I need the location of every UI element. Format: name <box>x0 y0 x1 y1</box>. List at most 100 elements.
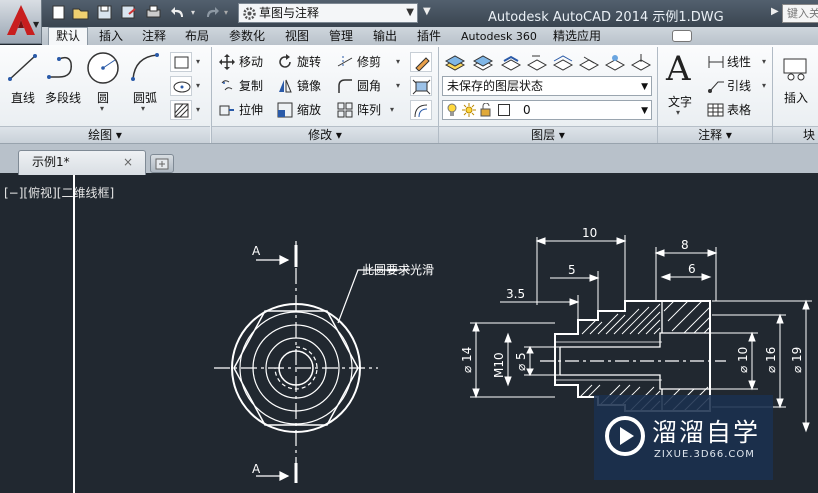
close-icon[interactable]: × <box>123 151 133 173</box>
table-tool[interactable]: 表格 <box>706 100 751 120</box>
tab-default[interactable]: 默认 <box>48 27 89 45</box>
layer-properties-icon[interactable] <box>444 53 466 71</box>
save-icon[interactable] <box>96 4 113 21</box>
layer-freeze-icon[interactable] <box>604 53 626 71</box>
explode-icon[interactable] <box>410 76 432 96</box>
redo-icon[interactable] <box>203 4 220 21</box>
array-dropdown-icon[interactable]: ▾ <box>390 105 394 114</box>
circle-dropdown-icon[interactable]: ▾ <box>100 104 104 113</box>
leader-tool[interactable]: 引线 <box>706 76 751 96</box>
undo-icon[interactable] <box>170 4 187 21</box>
text-dropdown-icon[interactable]: ▾ <box>676 108 680 117</box>
text-tool-button[interactable]: A 文字 <box>660 49 700 109</box>
lightbulb-icon <box>447 103 457 116</box>
move-tool[interactable]: 移动 <box>218 52 263 72</box>
file-tab-bar: 示例1* × <box>0 144 818 175</box>
file-tab-example1[interactable]: 示例1* × <box>18 150 146 175</box>
insert-block-button[interactable]: 插入 <box>776 49 816 109</box>
insert-block-icon <box>783 58 807 81</box>
tab-output[interactable]: 输出 <box>366 28 404 45</box>
redo-dropdown-icon[interactable]: ▾ <box>224 8 228 17</box>
annotation-panel-title[interactable]: 注释 ▾ <box>658 126 772 143</box>
new-drawing-tab-button[interactable] <box>150 154 174 173</box>
rectangle-dropdown-icon[interactable]: ▾ <box>196 57 200 66</box>
layer-state-dropdown[interactable]: 未保存的图层状态 ▼ <box>442 76 652 96</box>
current-layer-dropdown[interactable]: 0 ▼ <box>442 100 652 120</box>
search-expand-icon[interactable]: ▶ <box>771 6 779 17</box>
tab-layout[interactable]: 布局 <box>178 28 216 45</box>
leader-dropdown-icon[interactable]: ▾ <box>762 81 766 90</box>
ribbon-minimize-icon[interactable] <box>672 30 692 42</box>
application-menu-button[interactable]: ▼ <box>0 0 42 44</box>
hatch-icon[interactable] <box>170 100 192 120</box>
polyline-tool-label: 多段线 <box>44 91 81 105</box>
scale-tool[interactable]: 缩放 <box>276 100 321 120</box>
stretch-tool[interactable]: 拉伸 <box>218 100 263 120</box>
modify-panel-title[interactable]: 修改 ▾ <box>212 126 438 143</box>
linear-dropdown-icon[interactable]: ▾ <box>762 57 766 66</box>
workspace-label: 草图与注释 <box>259 6 320 20</box>
block-panel-title[interactable]: 块 <box>773 126 818 143</box>
ellipse-icon[interactable] <box>170 76 192 96</box>
layer-off-icon[interactable] <box>630 53 652 71</box>
open-folder-icon[interactable] <box>72 4 89 21</box>
circle-tool-button[interactable]: 圆 <box>84 49 122 107</box>
mirror-label: 镜像 <box>297 79 322 93</box>
rotate-tool[interactable]: 旋转 <box>276 52 321 72</box>
move-label: 移动 <box>239 55 264 69</box>
mirror-tool[interactable]: 镜像 <box>276 76 321 96</box>
tab-insert[interactable]: 插入 <box>92 28 130 45</box>
dim-5-horizontal: 5 <box>568 263 576 277</box>
fillet-tool[interactable]: 圆角 <box>336 76 381 96</box>
print-icon[interactable] <box>145 4 162 21</box>
tab-view[interactable]: 视图 <box>278 28 316 45</box>
arc-tool-button[interactable]: 圆弧 <box>124 49 166 107</box>
surface-note: 此圆要求光滑 <box>362 263 434 277</box>
dim-6-horizontal: 6 <box>688 262 696 276</box>
scale-label: 缩放 <box>297 103 322 117</box>
undo-dropdown-icon[interactable]: ▾ <box>191 8 195 17</box>
copy-tool[interactable]: 复制 <box>218 76 263 96</box>
tab-autodesk-360[interactable]: Autodesk 360 <box>454 28 544 45</box>
workspace-switch[interactable]: 草图与注释 ▼ <box>238 3 418 23</box>
polyline-icon <box>47 56 72 79</box>
tab-annotate[interactable]: 注释 <box>135 28 173 45</box>
scale-icon <box>277 102 293 118</box>
dim-thread-m10: M10 <box>492 352 506 378</box>
tab-manage[interactable]: 管理 <box>322 28 360 45</box>
tab-plugins[interactable]: 插件 <box>410 28 448 45</box>
layer-match-icon[interactable] <box>500 53 522 71</box>
dim-8-horizontal: 8 <box>681 238 689 252</box>
hatch-dropdown-icon[interactable]: ▾ <box>196 105 200 114</box>
sun-icon <box>462 103 476 117</box>
new-file-icon[interactable] <box>50 4 67 21</box>
gear-icon <box>243 7 256 20</box>
offset-icon[interactable] <box>410 100 432 120</box>
arc-dropdown-icon[interactable]: ▾ <box>141 104 145 113</box>
chevron-down-icon: ▼ <box>406 7 414 18</box>
customize-quick-access-icon[interactable]: ▼ <box>423 6 431 17</box>
linear-dimension-tool[interactable]: 线性 <box>706 52 751 72</box>
layer-isolate-icon[interactable] <box>552 53 574 71</box>
layer-unisolate-icon[interactable] <box>578 53 600 71</box>
save-as-icon[interactable] <box>120 4 137 21</box>
line-tool-button[interactable]: 直线 <box>4 49 42 107</box>
tab-featured-apps[interactable]: 精选应用 <box>546 28 608 45</box>
line-icon <box>8 54 37 81</box>
dim-diameter-16: ⌀ 16 <box>764 347 778 373</box>
search-input[interactable]: 键入关键字 <box>782 4 818 23</box>
layer-state-icon[interactable] <box>472 53 494 71</box>
trim-dropdown-icon[interactable]: ▾ <box>396 57 400 66</box>
layer-previous-icon[interactable] <box>526 53 548 71</box>
erase-icon[interactable] <box>410 52 432 72</box>
ellipse-dropdown-icon[interactable]: ▾ <box>196 81 200 90</box>
layers-panel-title[interactable]: 图层 ▾ <box>439 126 657 143</box>
section-marker-bottom: A <box>252 462 261 476</box>
array-tool[interactable]: 阵列 <box>336 100 381 120</box>
tab-parametric[interactable]: 参数化 <box>222 28 272 45</box>
trim-tool[interactable]: 修剪 <box>336 52 381 72</box>
rectangle-icon[interactable] <box>170 52 192 72</box>
polyline-tool-button[interactable]: 多段线 <box>42 49 84 107</box>
fillet-dropdown-icon[interactable]: ▾ <box>396 81 400 90</box>
draw-panel-title[interactable]: 绘图 ▾ <box>0 126 210 143</box>
